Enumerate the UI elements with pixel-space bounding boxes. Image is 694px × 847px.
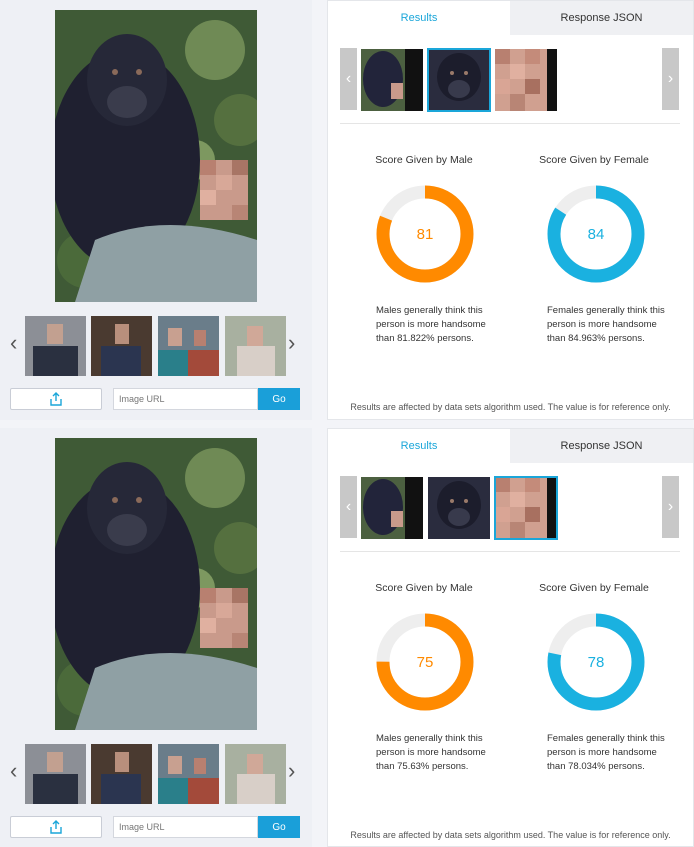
tab-results[interactable]: Results [328, 1, 510, 35]
female-score-description: Females generally think this person is m… [547, 733, 665, 772]
detected-face-thumbnail[interactable] [495, 49, 557, 111]
female-score-title: Score Given by Female [539, 154, 649, 166]
upload-icon [50, 392, 62, 406]
result-tabs: Results Response JSON [328, 1, 693, 35]
photo-thumbnail[interactable] [91, 316, 152, 376]
female-score-value: 78 [587, 653, 605, 671]
tab-response-json[interactable]: Response JSON [510, 429, 693, 463]
male-score-value: 75 [416, 653, 434, 671]
male-score-value: 81 [416, 225, 434, 243]
face-prev-button[interactable]: ‹ [340, 48, 357, 110]
main-photo [55, 438, 257, 730]
photo-thumbnail[interactable] [91, 744, 152, 804]
detected-face-thumbnail[interactable] [494, 476, 558, 540]
male-score-gauge: 81 [373, 182, 477, 286]
chevron-left-icon[interactable]: ‹ [10, 332, 17, 354]
female-score-gauge: 78 [544, 610, 648, 714]
upload-icon [50, 820, 62, 834]
face-next-button[interactable]: › [662, 48, 679, 110]
detected-face-thumbnail[interactable] [361, 49, 423, 111]
tab-results[interactable]: Results [328, 429, 510, 463]
face-next-button[interactable]: › [662, 476, 679, 538]
result-tabs: Results Response JSON [328, 429, 693, 463]
analysis-panel: ‹ › Go Results Respon [0, 0, 694, 420]
disclaimer-note: Results are affected by data sets algori… [350, 402, 671, 412]
photo-thumbnail-strip: ‹ › [8, 742, 304, 804]
detected-face-thumbnail[interactable] [361, 477, 423, 539]
photo-thumbnail[interactable] [25, 316, 86, 376]
female-score-description: Females generally think this person is m… [547, 305, 665, 344]
male-score-gauge: 75 [373, 610, 477, 714]
divider [340, 123, 680, 124]
male-score-title: Score Given by Male [375, 154, 473, 166]
male-score-description: Males generally think this person is mor… [376, 305, 486, 344]
results-card: Results Response JSON ‹ › Score Given by… [327, 0, 694, 420]
photo-thumbnail[interactable] [158, 744, 219, 804]
chevron-left-icon: ‹ [345, 498, 352, 515]
chevron-right-icon: › [667, 70, 674, 87]
upload-button[interactable] [10, 388, 102, 410]
female-score-title: Score Given by Female [539, 582, 649, 594]
face-prev-button[interactable]: ‹ [340, 476, 357, 538]
image-url-input[interactable] [113, 816, 258, 838]
go-button[interactable]: Go [258, 816, 300, 838]
male-score-title: Score Given by Male [375, 582, 473, 594]
tab-response-json[interactable]: Response JSON [510, 1, 693, 35]
image-url-input[interactable] [113, 388, 258, 410]
photo-thumbnail[interactable] [225, 744, 286, 804]
disclaimer-note: Results are affected by data sets algori… [350, 830, 671, 840]
image-column: ‹ › Go [0, 0, 312, 420]
detected-face-thumbnail[interactable] [427, 48, 491, 112]
male-score-description: Males generally think this person is mor… [376, 733, 486, 772]
chevron-right-icon[interactable]: › [288, 332, 295, 354]
go-button[interactable]: Go [258, 388, 300, 410]
chevron-left-icon[interactable]: ‹ [10, 760, 17, 782]
image-column: ‹ › Go [0, 428, 312, 847]
chevron-left-icon: ‹ [345, 70, 352, 87]
detected-face-thumbnail[interactable] [428, 477, 490, 539]
female-score-gauge: 84 [544, 182, 648, 286]
analysis-panel: ‹ › Go Results Respon [0, 428, 694, 847]
photo-thumbnail[interactable] [225, 316, 286, 376]
divider [340, 551, 680, 552]
photo-thumbnail[interactable] [25, 744, 86, 804]
results-card: Results Response JSON ‹ › Score Given by… [327, 428, 694, 847]
photo-thumbnail[interactable] [158, 316, 219, 376]
chevron-right-icon: › [667, 498, 674, 515]
chevron-right-icon[interactable]: › [288, 760, 295, 782]
upload-button[interactable] [10, 816, 102, 838]
female-score-value: 84 [587, 225, 605, 243]
main-photo [55, 10, 257, 302]
photo-thumbnail-strip: ‹ › [8, 314, 304, 376]
